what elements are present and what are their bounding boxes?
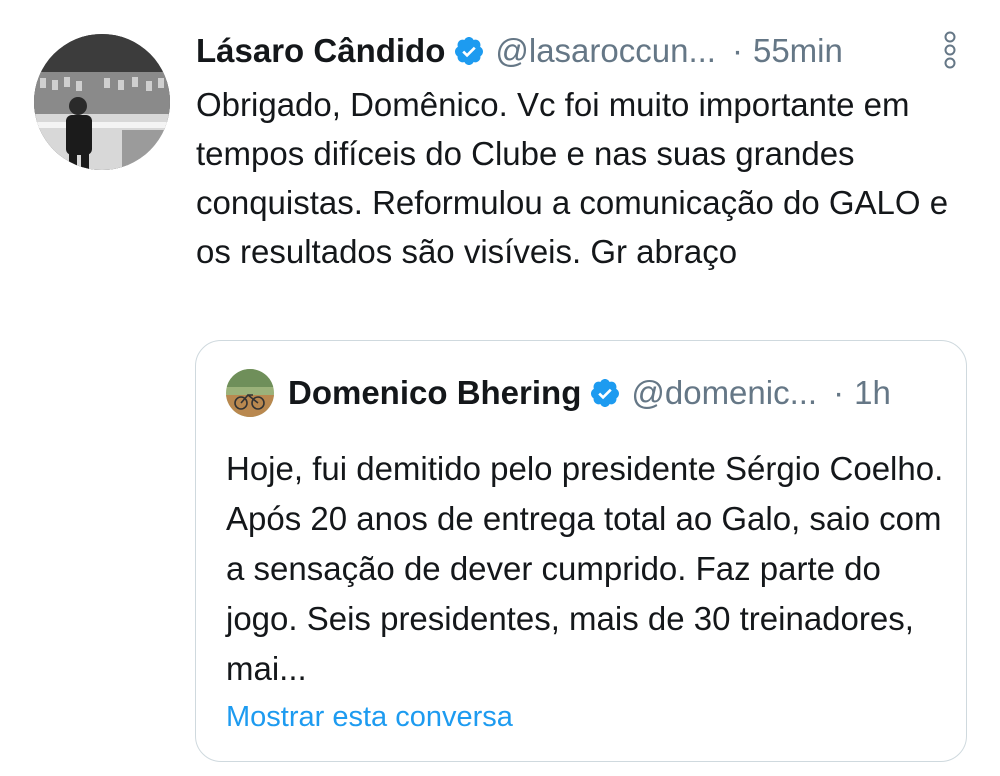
- quoted-tweet-header: Domenico Bhering @domenic... · 1h: [288, 369, 948, 417]
- author-handle[interactable]: @lasaroccun...: [495, 32, 716, 70]
- more-options-icon[interactable]: [938, 30, 962, 70]
- verified-badge-icon: [453, 35, 485, 67]
- verified-badge-icon: [589, 377, 621, 409]
- author-name[interactable]: Lásaro Cândido: [196, 32, 445, 70]
- tweet-text: Obrigado, Domênico. Vc foi muito importa…: [196, 86, 949, 270]
- tweet[interactable]: Lásaro Cândido @lasaroccun... · 55min Ob…: [0, 0, 1000, 776]
- separator-dot: ·: [731, 32, 743, 69]
- tweet-header: Lásaro Cândido @lasaroccun... · 55min: [196, 28, 986, 74]
- quoted-tweet-text: Hoje, fui demitido pelo presidente Sérgi…: [226, 450, 944, 687]
- quoted-tweet[interactable]: Domenico Bhering @domenic... · 1h Hoje, …: [195, 340, 967, 762]
- separator-dot: ·: [833, 374, 845, 411]
- quoted-author-handle[interactable]: @domenic...: [631, 374, 817, 412]
- author-avatar[interactable]: [34, 34, 170, 170]
- quoted-tweet-timestamp[interactable]: 1h: [854, 374, 891, 412]
- show-thread-link[interactable]: Mostrar esta conversa: [226, 701, 513, 734]
- tweet-timestamp[interactable]: 55min: [753, 32, 843, 70]
- quoted-author-avatar[interactable]: [226, 369, 274, 417]
- quoted-author-name[interactable]: Domenico Bhering: [288, 374, 581, 412]
